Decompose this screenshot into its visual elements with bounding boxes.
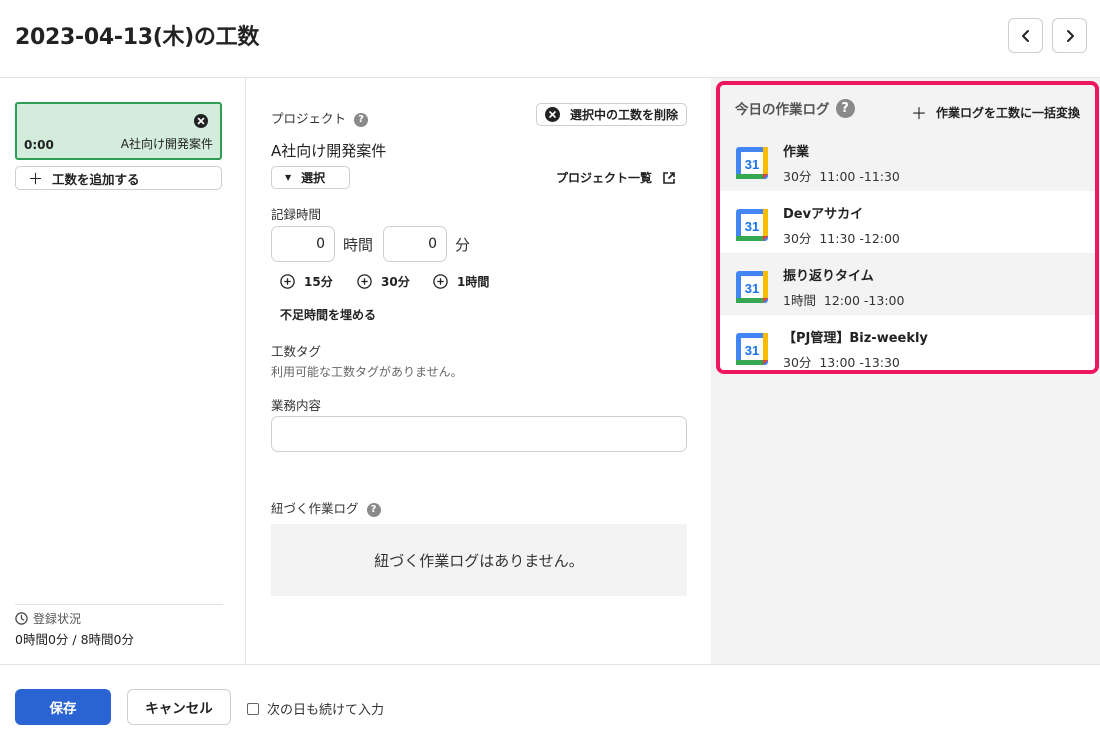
content-input[interactable] [271, 416, 687, 452]
plus-icon: ＋ [28, 169, 44, 188]
content-label: 業務内容 [271, 398, 322, 413]
svg-text:31: 31 [745, 157, 759, 172]
log-item-name: 【PJ管理】Biz-weekly [783, 331, 928, 346]
log-item-time: 30分 11:30 -12:00 [783, 231, 900, 246]
today-log-header: 今日の作業ログ? ＋ 作業ログを工数に一括変換 [720, 85, 1095, 129]
hours-unit: 時間 [343, 236, 374, 254]
plus-circle-icon [280, 274, 295, 289]
log-item-time: 30分 11:00 -11:30 [783, 169, 900, 184]
help-icon[interactable]: ? [354, 112, 369, 127]
svg-text:31: 31 [745, 281, 759, 296]
plus-circle-icon [357, 274, 372, 289]
google-calendar-icon: 31 [736, 209, 768, 241]
chevron-right-icon [1066, 29, 1074, 42]
add-30min-button[interactable]: 30分 [357, 273, 410, 290]
log-item[interactable]: 31 Devアサカイ 30分 11:30 -12:00 [720, 191, 1095, 253]
caret-down-icon: ▼ [285, 173, 292, 182]
tag-empty-text: 利用可能な工数タグがありません。 [271, 365, 463, 379]
save-button[interactable]: 保存 [15, 689, 111, 725]
log-item[interactable]: 31 作業 30分 11:00 -11:30 [720, 129, 1095, 191]
add-entry-button[interactable]: ＋ 工数を追加する [15, 166, 222, 190]
plus-circle-icon [433, 274, 448, 289]
minutes-unit: 分 [455, 236, 471, 254]
page-title: 2023-04-13(木)の工数 [15, 25, 260, 50]
minutes-input[interactable]: 0 [383, 226, 447, 262]
google-calendar-icon: 31 [736, 147, 768, 179]
log-item-name: 作業 [783, 145, 810, 160]
project-select-button[interactable]: ▼ 選択 [271, 166, 350, 189]
entry-list-panel: 0:00 A社向け開発案件 ＋ 工数を追加する 登録状況 0時間0分 / 8時間… [0, 78, 246, 664]
log-item-name: Devアサカイ [783, 207, 864, 222]
help-icon[interactable]: ? [366, 502, 381, 517]
close-circle-icon [545, 107, 560, 122]
google-calendar-icon: 31 [736, 271, 768, 303]
divider [15, 604, 223, 605]
project-name: A社向け開発案件 [271, 142, 387, 160]
add-1hour-button[interactable]: 1時間 [433, 273, 489, 290]
hours-input[interactable]: 0 [271, 226, 335, 262]
add-entry-label: 工数を追加する [52, 171, 140, 187]
page-header: 2023-04-13(木)の工数 [0, 0, 1100, 78]
footer: 保存 キャンセル 次の日も続けて入力 [0, 664, 1100, 738]
fill-shortage-button[interactable]: 不足時間を埋める [280, 306, 376, 323]
svg-text:31: 31 [745, 343, 759, 358]
clock-icon [15, 612, 28, 625]
chevron-left-icon [1021, 29, 1029, 42]
entry-project: A社向け開発案件 [120, 137, 213, 151]
log-item-time: 30分 13:00 -13:30 [783, 355, 900, 370]
tag-label: 工数タグ [271, 344, 322, 359]
external-link-icon [663, 171, 675, 184]
cancel-button[interactable]: キャンセル [127, 689, 231, 725]
linked-log-label: 紐づく作業ログ? [271, 498, 381, 517]
continue-next-day-checkbox[interactable]: 次の日も続けて入力 [247, 699, 384, 718]
checkbox[interactable] [247, 702, 259, 715]
today-log-box: 今日の作業ログ? ＋ 作業ログを工数に一括変換 31 作業 30分 11:00 … [716, 81, 1099, 374]
help-icon[interactable]: ? [835, 98, 855, 118]
work-entry-card[interactable]: 0:00 A社向け開発案件 [15, 102, 222, 160]
registration-status-value: 0時間0分 / 8時間0分 [15, 632, 134, 647]
project-list-link[interactable]: プロジェクト一覧 [556, 169, 676, 186]
close-circle-icon[interactable] [194, 114, 208, 128]
previous-day-button[interactable] [1008, 18, 1043, 53]
entry-time: 0:00 [24, 138, 54, 152]
log-item[interactable]: 31 振り返りタイム 1時間 12:00 -13:00 [720, 253, 1095, 315]
log-item[interactable]: 31 【PJ管理】Biz-weekly 30分 13:00 -13:30 [720, 315, 1095, 370]
svg-text:31: 31 [745, 219, 759, 234]
today-log-title: 今日の作業ログ? [735, 98, 855, 118]
plus-icon: ＋ [911, 104, 928, 123]
convert-logs-button[interactable]: ＋ 作業ログを工数に一括変換 [911, 100, 1080, 124]
delete-selected-button[interactable]: 選択中の工数を削除 [536, 103, 687, 126]
add-15min-button[interactable]: 15分 [280, 273, 333, 290]
registration-status-label: 登録状況 [15, 610, 81, 627]
record-time-label: 記録時間 [271, 207, 322, 222]
project-label: プロジェクト? [271, 108, 369, 127]
linked-log-empty-box: 紐づく作業ログはありません。 [271, 524, 687, 596]
entry-form: プロジェクト? 選択中の工数を削除 A社向け開発案件 ▼ 選択 プロジェクト一覧… [247, 78, 711, 664]
google-calendar-icon: 31 [736, 333, 768, 365]
next-day-button[interactable] [1052, 18, 1087, 53]
log-item-time: 1時間 12:00 -13:00 [783, 293, 905, 308]
log-item-name: 振り返りタイム [783, 269, 874, 284]
